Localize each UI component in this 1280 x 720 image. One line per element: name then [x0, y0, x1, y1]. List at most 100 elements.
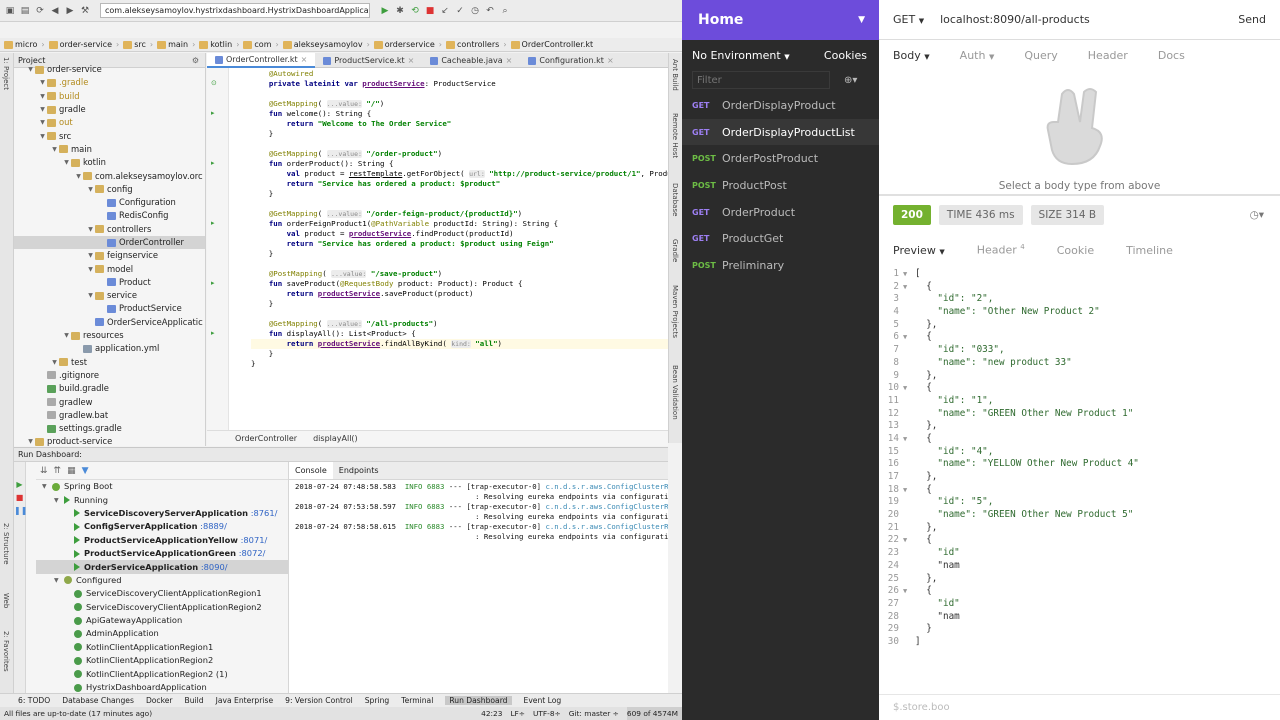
fold-arrow-icon[interactable] — [903, 560, 915, 573]
expand-arrow-icon[interactable]: ▼ — [38, 76, 47, 89]
collapse-all-icon[interactable]: ⇈ — [54, 466, 62, 476]
fold-arrow-icon[interactable] — [903, 509, 915, 522]
expand-arrow-icon[interactable]: ▼ — [38, 116, 47, 129]
git-update-icon[interactable]: ↙ — [439, 5, 451, 17]
running-app[interactable]: ProductServiceApplicationYellow :8071/ — [36, 534, 288, 547]
expand-arrow-icon[interactable]: ▼ — [50, 356, 59, 369]
expand-arrow-icon[interactable]: ▼ — [50, 143, 59, 156]
save-icon[interactable]: ▤ — [19, 5, 31, 17]
tree-node[interactable]: ▼ src — [14, 129, 205, 142]
run-configuration-select[interactable]: com.alekseysamoylov.hystrixdashboard.Hys… — [100, 3, 370, 18]
fold-arrow-icon[interactable] — [903, 496, 915, 509]
history-icon[interactable]: ◷▾ — [1250, 209, 1280, 221]
tree-node[interactable]: ▼ config — [14, 183, 205, 196]
breadcrumb-item[interactable]: controllers — [445, 40, 499, 49]
fold-arrow-icon[interactable] — [903, 623, 915, 636]
tool-window-button[interactable]: Terminal — [401, 696, 433, 705]
breadcrumb-item[interactable]: src — [123, 40, 146, 49]
gutter-marker-icon[interactable]: ▸ — [211, 329, 215, 337]
tree-node[interactable]: ▼ controllers — [14, 223, 205, 236]
tree-node[interactable]: gradlew.bat — [14, 409, 205, 422]
run-icon[interactable]: ▶ — [14, 480, 25, 489]
tab-docs[interactable]: Docs — [1158, 49, 1185, 62]
gutter-marker-icon[interactable]: ▸ — [211, 219, 215, 227]
source-code[interactable]: @Autowired private lateinit var productS… — [251, 69, 668, 369]
configured-app[interactable]: ApiGatewayApplication — [36, 614, 288, 627]
build-icon[interactable]: ⚒ — [79, 5, 91, 17]
tool-window-button[interactable]: Build — [185, 696, 204, 705]
expand-arrow-icon[interactable]: ▼ — [54, 494, 64, 507]
fold-arrow-icon[interactable]: ▼ — [903, 585, 915, 598]
tab-body[interactable]: Body ▼ — [893, 49, 930, 62]
breadcrumb-class[interactable]: OrderController — [235, 434, 297, 443]
project-settings-icon[interactable]: ⚙ — [192, 56, 199, 65]
tab-console[interactable]: Console — [289, 462, 333, 479]
tool-window-button[interactable]: Event Log — [524, 696, 562, 705]
expand-arrow-icon[interactable]: ▼ — [86, 183, 95, 196]
tree-node[interactable]: ▼ order-service — [14, 63, 205, 76]
tree-node[interactable]: ▼ product-service — [14, 435, 205, 446]
tool-ant-build[interactable]: Ant Build — [671, 59, 679, 91]
debug-icon[interactable]: ✱ — [394, 5, 406, 17]
tool-web[interactable]: Web — [2, 593, 10, 608]
configured-app[interactable]: KotlinClientApplicationRegion1 — [36, 641, 288, 654]
fold-arrow-icon[interactable] — [903, 306, 915, 319]
tree-node[interactable]: ▼ .gradle — [14, 76, 205, 89]
cookies-button[interactable]: Cookies — [824, 49, 867, 62]
tree-node[interactable]: ▼ service — [14, 289, 205, 302]
run-group-spring-boot[interactable]: ▼ Spring Boot — [36, 480, 288, 493]
file-encoding[interactable]: UTF-8÷ — [533, 707, 569, 720]
breadcrumb-item[interactable]: kotlin — [199, 40, 232, 49]
tree-node[interactable]: ▼ model — [14, 262, 205, 275]
breadcrumb-item[interactable]: order-service — [48, 40, 112, 49]
request-item[interactable]: GET OrderDisplayProduct — [682, 92, 879, 119]
tree-node[interactable]: .gitignore — [14, 369, 205, 382]
tree-node[interactable]: ▼ build — [14, 90, 205, 103]
gutter-marker-icon[interactable]: ▸ — [211, 109, 215, 117]
expand-arrow-icon[interactable]: ▼ — [54, 574, 64, 587]
memory-indicator[interactable]: 609 of 4574M — [626, 707, 682, 720]
expand-arrow-icon[interactable]: ▼ — [86, 249, 95, 262]
group-icon[interactable]: ▦ — [67, 466, 76, 476]
tree-node[interactable]: settings.gradle — [14, 422, 205, 435]
environment-select[interactable]: No Environment ▼ — [692, 49, 790, 62]
run-group-running[interactable]: ▼ Running — [36, 493, 288, 506]
tree-node[interactable]: application.yml — [14, 342, 205, 355]
caret-position[interactable]: 42:23 — [481, 707, 510, 720]
send-button[interactable]: Send — [1238, 13, 1280, 26]
breadcrumb-item[interactable]: main — [157, 40, 188, 49]
fold-arrow-icon[interactable] — [903, 408, 915, 421]
fold-arrow-icon[interactable] — [903, 547, 915, 560]
tool-window-button[interactable]: Java Enterprise — [216, 696, 274, 705]
fold-arrow-icon[interactable] — [903, 344, 915, 357]
tool-database[interactable]: Database — [671, 183, 679, 216]
pause-icon[interactable]: ❚❚ — [14, 506, 27, 515]
tool-window-button[interactable]: Run Dashboard — [445, 696, 512, 705]
tree-node[interactable]: ▼ kotlin — [14, 156, 205, 169]
running-app[interactable]: ProductServiceApplicationGreen :8072/ — [36, 547, 288, 560]
editor-tab[interactable]: ProductService.kt × — [315, 53, 422, 68]
editor-tab[interactable]: Configuration.kt × — [520, 53, 621, 68]
tree-node[interactable]: ▼ feignservice — [14, 249, 205, 262]
gutter-marker-icon[interactable]: ▸ — [211, 279, 215, 287]
stop-icon[interactable]: ■ — [14, 493, 25, 502]
expand-arrow-icon[interactable]: ▼ — [38, 90, 47, 103]
filter-input[interactable] — [692, 71, 830, 89]
editor-tab[interactable]: Cacheable.java × — [422, 53, 520, 68]
breadcrumb-item[interactable]: micro — [4, 40, 37, 49]
breadcrumb-method[interactable]: displayAll() — [313, 434, 358, 443]
fold-arrow-icon[interactable] — [903, 522, 915, 535]
close-icon[interactable]: × — [607, 53, 614, 68]
tab-timeline[interactable]: Timeline — [1126, 244, 1173, 257]
stop-icon[interactable]: ■ — [424, 5, 436, 17]
tree-node[interactable]: ProductService — [14, 302, 205, 315]
open-folder-icon[interactable]: ▣ — [4, 5, 16, 17]
tab-cookie[interactable]: Cookie — [1057, 244, 1094, 257]
close-icon[interactable]: × — [506, 53, 513, 68]
response-filter-input[interactable]: $.store.boo — [879, 694, 1280, 720]
gutter-marker-icon[interactable]: ⊙ — [211, 79, 217, 87]
request-item[interactable]: GET OrderProduct — [682, 199, 879, 226]
request-item[interactable]: POST OrderPostProduct — [682, 145, 879, 172]
tree-node[interactable]: OrderServiceApplicatic — [14, 316, 205, 329]
git-history-icon[interactable]: ◷ — [469, 5, 481, 17]
